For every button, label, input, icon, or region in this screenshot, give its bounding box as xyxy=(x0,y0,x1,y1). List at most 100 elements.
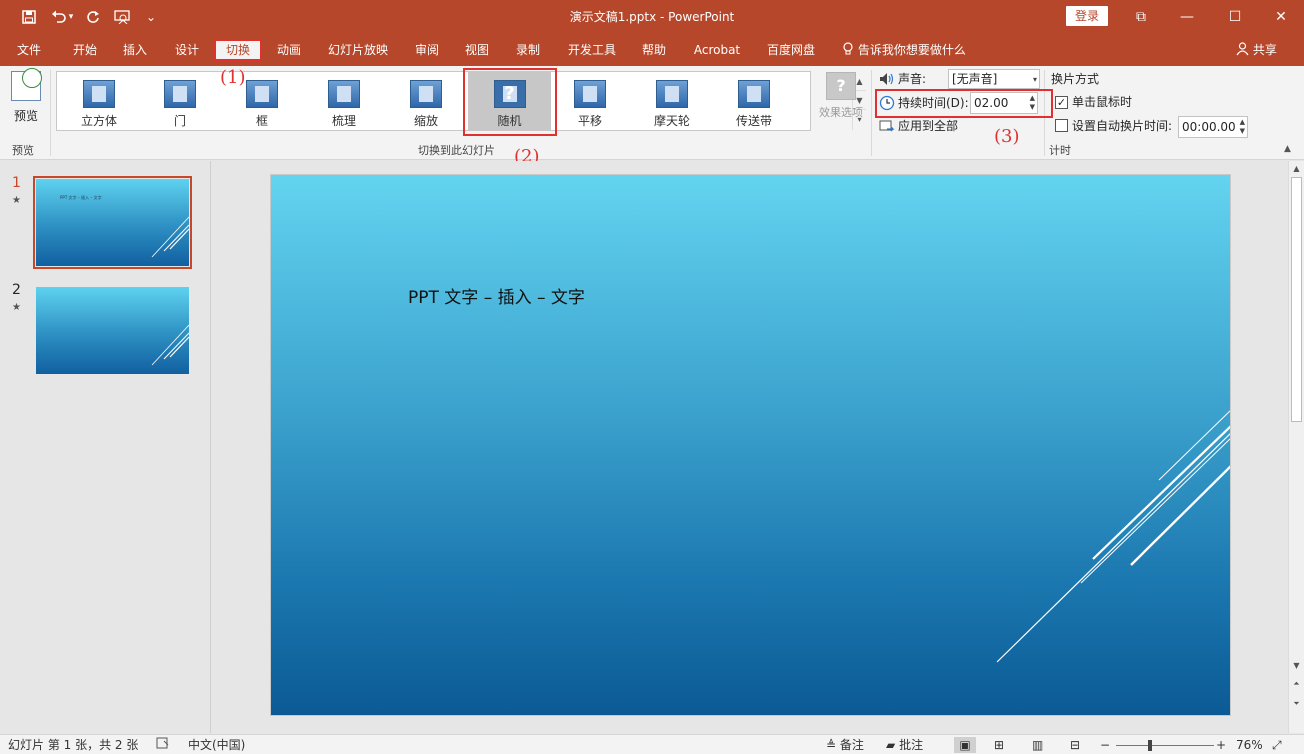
comment-icon: ▰ xyxy=(886,738,896,752)
thumbnail-decoration xyxy=(151,216,189,258)
normal-view-icon[interactable]: ▣ xyxy=(954,737,976,753)
effect-options-label: 效果选项 xyxy=(819,106,863,119)
slide-thumbnail-1[interactable]: PPT 文字 – 插入 – 文字 xyxy=(33,176,192,269)
group-separator xyxy=(871,70,872,156)
timing-group-label: 计时 xyxy=(1049,144,1071,157)
slide-thumbnail-2[interactable] xyxy=(36,287,189,374)
on-click-label: 单击鼠标时 xyxy=(1072,95,1133,109)
transition-doors[interactable]: 门 xyxy=(141,72,219,130)
tell-me-search[interactable]: 告诉我你想要做什么 xyxy=(842,39,966,61)
vertical-scrollbar[interactable]: ▲ ▼ ⏶ ⏷ xyxy=(1288,161,1304,733)
previous-slide-icon[interactable]: ⏶ xyxy=(1289,679,1304,689)
on-click-checkbox[interactable]: ✓ xyxy=(1055,96,1068,109)
sound-label: 声音: xyxy=(898,72,927,86)
share-button[interactable]: 共享 xyxy=(1236,39,1277,61)
save-icon[interactable] xyxy=(16,0,42,33)
preview-button[interactable]: 预览 xyxy=(6,68,46,131)
transition-comb[interactable]: 梳理 xyxy=(305,72,383,130)
transition-label: 摩天轮 xyxy=(653,114,690,128)
auto-advance-input[interactable]: 00:00.00 ▲ ▼ xyxy=(1178,116,1248,138)
customize-qat-icon[interactable]: ⌄ xyxy=(138,0,164,33)
main-slide-canvas[interactable]: PPT 文字 – 插入 – 文字 xyxy=(270,174,1231,716)
redo-icon[interactable] xyxy=(80,0,106,33)
title-bar: ▾ ⌄ 演示文稿1.pptx - PowerPoint 登录 ⧉ — ☐ ✕ xyxy=(0,0,1304,33)
gallery-group-label: 切换到此幻灯片 xyxy=(418,144,495,157)
zoom-in-button[interactable]: + xyxy=(1216,737,1226,753)
box-icon xyxy=(246,80,278,108)
notes-button[interactable]: ≜ 备注 xyxy=(826,737,864,753)
menu-insert[interactable]: 插入 xyxy=(114,39,156,61)
auto-advance-label: 设置自动换片时间: xyxy=(1072,119,1173,133)
slideshow-view-icon[interactable]: ⊟ xyxy=(1070,737,1080,753)
menu-animations[interactable]: 动画 xyxy=(268,39,310,61)
menu-transitions[interactable]: 切换 xyxy=(214,39,262,61)
minimize-button[interactable]: — xyxy=(1164,0,1210,33)
effect-options-icon: ? xyxy=(826,72,856,100)
ribbon-display-options-icon[interactable]: ⧉ xyxy=(1118,0,1164,33)
menu-design[interactable]: 设计 xyxy=(166,39,208,61)
transition-cube[interactable]: 立方体 xyxy=(60,72,138,130)
cube-icon xyxy=(83,80,115,108)
language-indicator[interactable]: 中文(中国) xyxy=(188,737,245,753)
slide-sorter-icon[interactable]: ⊞ xyxy=(994,737,1004,753)
sound-value: [无声音] xyxy=(952,72,998,86)
zoom-out-button[interactable]: − xyxy=(1100,737,1110,753)
slide-thumbnails-pane: 1 ★ PPT 文字 – 插入 – 文字 2 ★ xyxy=(0,161,211,733)
accessibility-icon[interactable] xyxy=(156,737,170,753)
speaker-icon xyxy=(880,73,894,85)
transition-label: 梳理 xyxy=(331,114,356,128)
auto-advance-value: 00:00.00 xyxy=(1182,120,1236,134)
scroll-up-icon[interactable]: ▲ xyxy=(1289,164,1304,173)
scrollbar-thumb[interactable] xyxy=(1291,177,1302,422)
transition-label: 传送带 xyxy=(735,114,772,128)
notes-label: 备注 xyxy=(839,738,864,752)
next-slide-icon[interactable]: ⏷ xyxy=(1289,699,1304,709)
apply-to-all-button[interactable]: 应用到全部 xyxy=(898,115,958,137)
transition-star-icon: ★ xyxy=(12,195,21,206)
apply-all-icon xyxy=(879,120,895,132)
annotation-box-duration xyxy=(875,89,1053,118)
present-icon[interactable] xyxy=(110,0,136,33)
transition-conveyor[interactable]: 传送带 xyxy=(715,72,793,130)
doors-icon xyxy=(164,80,196,108)
fit-to-window-icon[interactable]: ⤢ xyxy=(1272,737,1282,753)
zoom-level[interactable]: 76% xyxy=(1236,737,1263,753)
conveyor-icon xyxy=(738,80,770,108)
reading-view-icon[interactable]: ▥ xyxy=(1032,737,1043,753)
ferris-wheel-icon xyxy=(656,80,688,108)
lightbulb-icon xyxy=(843,42,853,55)
menu-review[interactable]: 审阅 xyxy=(406,39,448,61)
restore-button[interactable]: ☐ xyxy=(1212,0,1258,33)
menu-baidu-netdisk[interactable]: 百度网盘 xyxy=(760,39,822,61)
spinner-icon[interactable]: ▲ ▼ xyxy=(1240,118,1245,136)
login-button[interactable]: 登录 xyxy=(1066,6,1108,26)
menu-slideshow[interactable]: 幻灯片放映 xyxy=(320,39,396,61)
menu-view[interactable]: 视图 xyxy=(456,39,498,61)
person-icon xyxy=(1236,42,1249,56)
tell-me-label: 告诉我你想要做什么 xyxy=(857,43,966,57)
menu-file[interactable]: 文件 xyxy=(8,39,50,61)
menu-help[interactable]: 帮助 xyxy=(632,39,676,61)
transition-ferris-wheel[interactable]: 摩天轮 xyxy=(633,72,711,130)
collapse-ribbon-icon[interactable]: ▲ xyxy=(1284,144,1291,154)
zoom-slider-knob[interactable] xyxy=(1148,740,1152,751)
effect-options-button[interactable]: ? 效果选项 xyxy=(814,72,868,120)
comments-label: 批注 xyxy=(899,738,924,752)
menu-record[interactable]: 录制 xyxy=(507,39,549,61)
zoom-slider-track[interactable] xyxy=(1116,745,1214,746)
comments-button[interactable]: ▰ 批注 xyxy=(886,737,923,753)
transition-zoom[interactable]: 缩放 xyxy=(387,72,465,130)
auto-advance-checkbox[interactable] xyxy=(1055,119,1068,132)
slide-number: 1 xyxy=(12,175,21,191)
scroll-down-icon[interactable]: ▼ xyxy=(1289,661,1304,670)
transition-pan[interactable]: 平移 xyxy=(551,72,629,130)
sound-select[interactable]: [无声音] ▾ xyxy=(948,69,1040,89)
notes-icon: ≜ xyxy=(826,738,837,752)
undo-dropdown-icon[interactable]: ▾ xyxy=(64,0,78,33)
slide-editor: PPT 文字 – 插入 – 文字 xyxy=(212,161,1288,733)
transition-star-icon: ★ xyxy=(12,302,21,313)
menu-acrobat[interactable]: Acrobat xyxy=(686,39,748,61)
menu-developer[interactable]: 开发工具 xyxy=(560,39,624,61)
menu-home[interactable]: 开始 xyxy=(64,39,106,61)
close-button[interactable]: ✕ xyxy=(1258,0,1304,33)
